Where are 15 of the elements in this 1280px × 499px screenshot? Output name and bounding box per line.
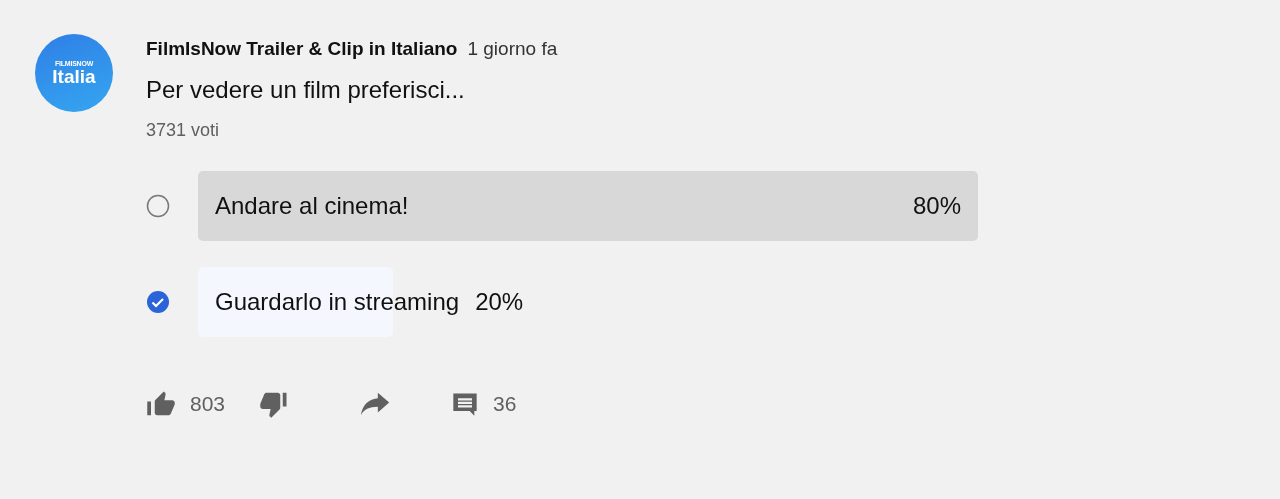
poll-option[interactable]: Andare al cinema! 80% bbox=[198, 171, 978, 241]
channel-name[interactable]: FilmIsNow Trailer & Clip in Italiano bbox=[146, 38, 458, 60]
option-label: Andare al cinema! bbox=[215, 192, 409, 220]
comment-count: 36 bbox=[493, 392, 517, 416]
poll-option[interactable]: Guardarlo in streaming 20% bbox=[198, 267, 978, 337]
option-label: Guardarlo in streaming bbox=[215, 288, 460, 316]
checked-icon[interactable] bbox=[146, 290, 170, 314]
option-percent: 20% bbox=[475, 288, 524, 316]
option-percent: 80% bbox=[912, 192, 961, 220]
avatar-text: Italia bbox=[52, 67, 96, 86]
poll-question: Per vedere un film preferisci... bbox=[146, 76, 466, 104]
radio-icon[interactable] bbox=[146, 194, 170, 218]
post-time[interactable]: 1 giorno fa bbox=[467, 38, 558, 60]
like-count: 803 bbox=[190, 392, 226, 416]
vote-count: 3731 voti bbox=[146, 120, 221, 141]
